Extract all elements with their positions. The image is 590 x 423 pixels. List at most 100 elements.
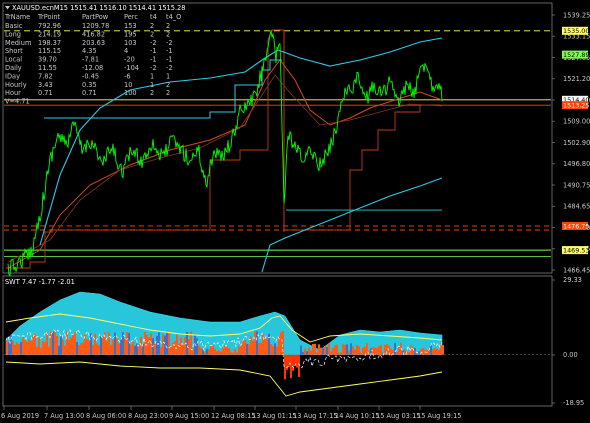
time-axis-label: 15 Aug 03:15 (376, 412, 420, 420)
histogram-bar (198, 345, 200, 355)
histogram-bar (264, 338, 266, 355)
stats-column-header: Perc (124, 13, 138, 21)
histogram-bar (206, 348, 208, 355)
histogram-bar (102, 336, 104, 355)
stats-cell: Long (5, 30, 21, 38)
histogram-bar (292, 354, 294, 371)
stats-cell: IDay (5, 72, 20, 80)
histogram-bar (26, 342, 28, 355)
histogram-bar (8, 341, 10, 355)
histogram-bar (226, 346, 228, 355)
stats-cell: -1 (150, 56, 157, 64)
time-axis-label: 14 Aug 10:15 (335, 412, 379, 420)
histogram-bar (12, 340, 14, 355)
price-axis-label: 1502.90 (563, 139, 590, 147)
stats-cell: 214.19 (38, 30, 61, 38)
stats-cell: 416.82 (82, 30, 105, 38)
histogram-bar (346, 344, 348, 355)
histogram-bar (28, 339, 30, 355)
histogram-bar (124, 338, 126, 355)
histogram-bar (232, 352, 234, 355)
stats-cell: 3.43 (38, 81, 53, 89)
stats-cell: 4 (124, 47, 128, 55)
time-axis-label: 8 Aug 06:00 (86, 412, 126, 420)
stats-cell: Hourly (5, 81, 27, 89)
histogram-bar (40, 347, 42, 355)
stats-cell: 2 (166, 22, 170, 30)
histogram-bar (56, 336, 58, 355)
stats-cell: -2 (150, 64, 157, 72)
stats-column-header: t4_O (166, 13, 181, 21)
histogram-bar (58, 345, 60, 355)
histogram-bar (242, 340, 244, 355)
stats-cell: 39.70 (38, 56, 57, 64)
histogram-bar (300, 345, 302, 355)
histogram-bar (188, 339, 190, 355)
histogram-bar (118, 343, 120, 355)
histogram-bar (266, 338, 268, 355)
stats-cell: 10 (124, 81, 132, 89)
histogram-bar (234, 348, 236, 355)
histogram-bar (430, 344, 432, 355)
histogram-bar (62, 339, 64, 355)
stats-cell: 11.55 (38, 64, 57, 72)
histogram-bar (362, 347, 364, 355)
histogram-bar (310, 350, 312, 355)
histogram-bar (236, 352, 238, 355)
histogram-bar (34, 333, 36, 355)
stats-cell: Local (5, 56, 22, 64)
time-axis-label: 8 Aug 23:00 (128, 412, 168, 420)
stats-cell: -2 (150, 39, 157, 47)
histogram-bar (46, 332, 48, 355)
histogram-bar (316, 352, 318, 355)
histogram-bar (376, 347, 378, 355)
histogram-bar (268, 333, 270, 355)
price-tag-label: 1535.00 (563, 27, 589, 35)
histogram-bar (254, 331, 256, 355)
histogram-bar (48, 346, 50, 355)
histogram-bar (212, 345, 214, 355)
price-axis-label: 1539.25 (563, 11, 590, 19)
histogram-bar (248, 344, 250, 355)
trading-terminal-chart-window[interactable]: XAUUSD.ecnM15 1515.41 1516.10 1514.41 15… (0, 0, 590, 423)
histogram-bar (70, 337, 72, 355)
histogram-bar (32, 335, 34, 355)
stats-cell: 115.15 (38, 47, 61, 55)
stats-cell: -1 (166, 47, 173, 55)
histogram-bar (270, 344, 272, 355)
histogram-bar (324, 345, 326, 355)
histogram-bar (204, 351, 206, 355)
histogram-bar (394, 342, 396, 355)
histogram-bar (60, 335, 62, 355)
histogram-bar (238, 346, 240, 355)
histogram-bar (336, 344, 338, 355)
histogram-bar (222, 348, 224, 355)
time-axis-label: 7 Aug 13:00 (44, 412, 84, 420)
histogram-bar (68, 340, 70, 355)
stats-cell: Hour (5, 89, 21, 97)
histogram-bar (78, 345, 80, 355)
histogram-bar (308, 347, 310, 355)
stats-cell: 100 (124, 89, 137, 97)
stats-cell: 2 (150, 89, 154, 97)
histogram-bar (334, 345, 336, 355)
histogram-bar (110, 344, 112, 355)
histogram-bar (284, 354, 286, 380)
histogram-bar (76, 342, 78, 355)
histogram-bar (214, 348, 216, 355)
histogram-bar (330, 351, 332, 355)
histogram-bar (106, 340, 108, 355)
price-axis-label: 1496.80 (563, 160, 590, 168)
histogram-bar (144, 331, 146, 355)
stats-cell: -0.45 (82, 72, 99, 80)
histogram-bar (160, 347, 162, 355)
histogram-bar (182, 344, 184, 355)
histogram-bar (358, 346, 360, 355)
stats-cell: 1209.78 (82, 22, 109, 30)
histogram-bar (96, 343, 98, 355)
histogram-bar (354, 349, 356, 355)
stats-cell: 2 (150, 30, 154, 38)
histogram-bar (50, 331, 52, 355)
histogram-bar (134, 345, 136, 355)
histogram-bar (360, 352, 362, 355)
